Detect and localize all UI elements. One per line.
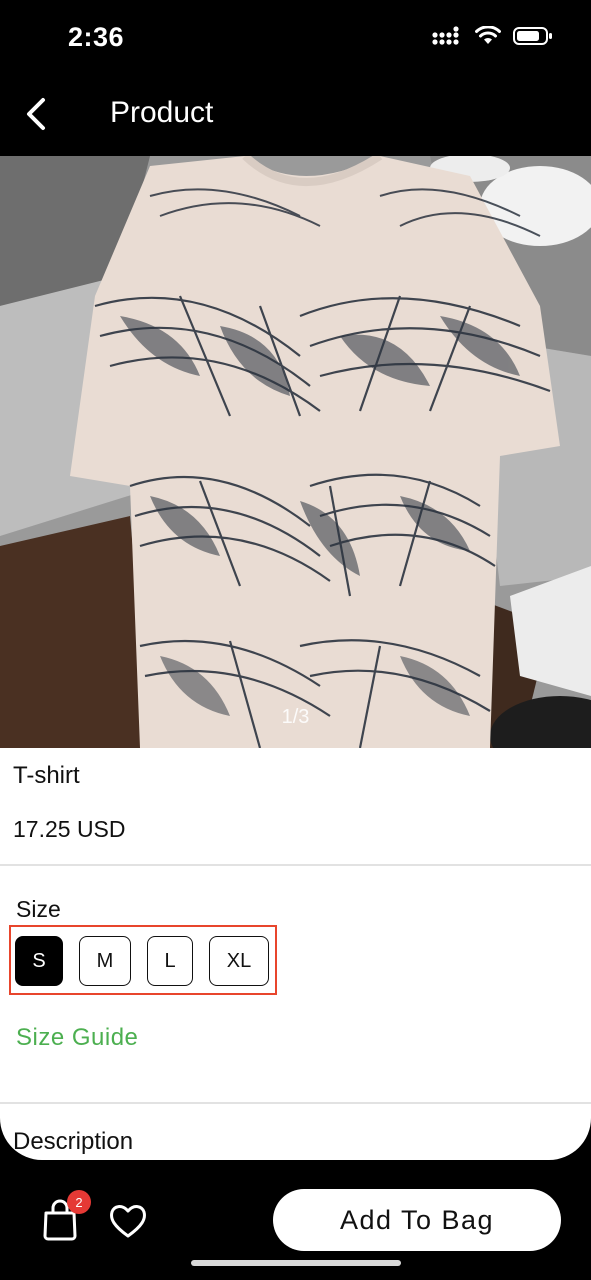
page-title: Product [110,96,214,129]
status-bar: 2:36 [0,0,591,80]
product-details: T-shirt 17.25 USD Size S M L XL Size Gui… [0,748,591,1160]
divider [0,864,591,866]
description-label[interactable]: Description [13,1128,133,1156]
wifi-icon [475,26,501,44]
product-screen: 2:36 Product 1/3 T-shirt 17.25 USD Size … [0,0,591,1280]
size-option-m[interactable]: M [79,936,131,986]
back-button[interactable] [14,92,58,136]
product-name: T-shirt [13,762,80,789]
size-option-s[interactable]: S [15,936,63,986]
size-option-l[interactable]: L [147,936,193,986]
battery-icon [513,27,552,45]
home-indicator [191,1260,401,1266]
nav-bar: Product [0,80,591,156]
bag-count-badge: 2 [67,1190,91,1214]
size-guide-link[interactable]: Size Guide [16,1024,138,1052]
status-time: 2:36 [68,22,125,52]
add-to-bag-button[interactable]: Add To Bag [273,1189,561,1251]
signal-icon [432,26,459,45]
divider [0,1102,591,1104]
t-shirt-image [0,156,591,748]
size-label: Size [16,896,61,922]
heart-icon [110,1205,146,1238]
chevron-left-icon [27,98,45,130]
product-price: 17.25 USD [13,816,126,842]
product-image[interactable] [0,156,591,748]
size-option-xl[interactable]: XL [209,936,269,986]
image-counter: 1/3 [281,706,310,728]
status-icons [431,26,553,46]
wishlist-button[interactable] [108,1202,148,1240]
